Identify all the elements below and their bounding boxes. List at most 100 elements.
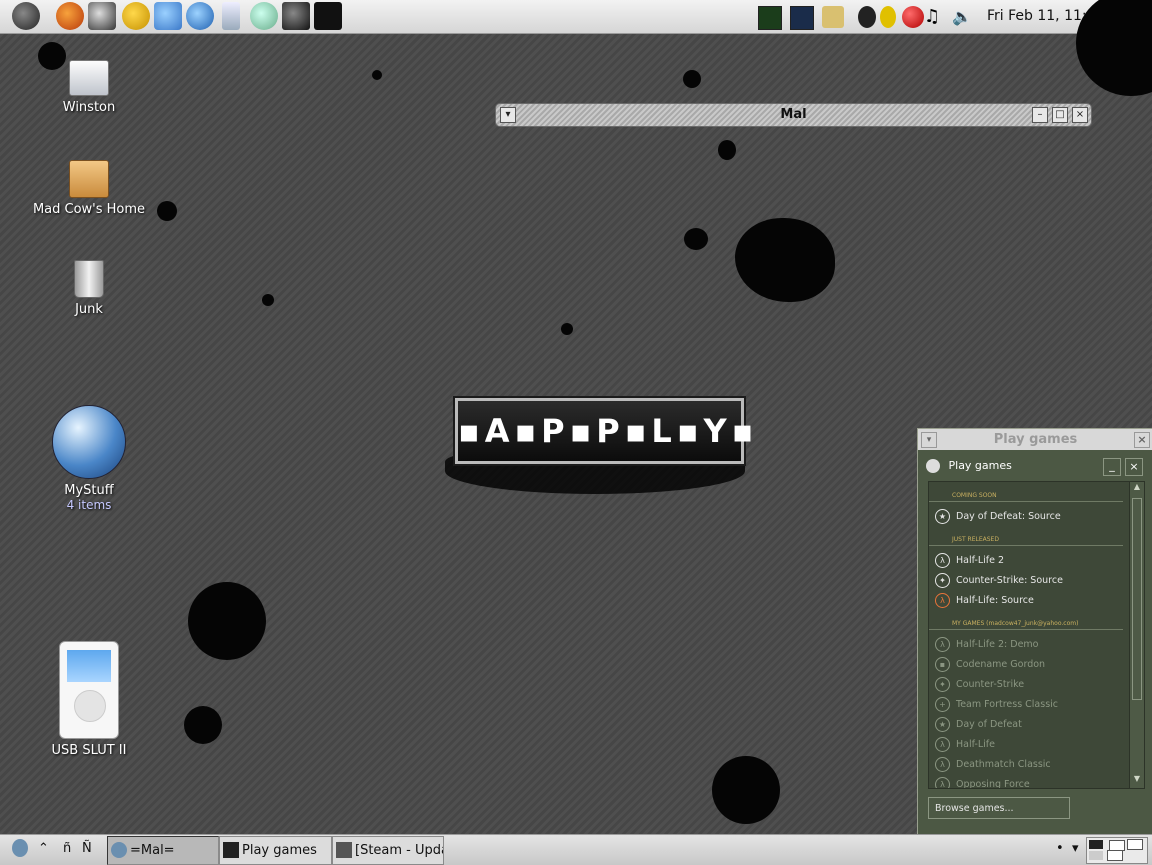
mal-window-titlebar[interactable]: ▾ Mal – □ × (495, 103, 1092, 127)
system-monitor-icon[interactable] (758, 6, 782, 30)
ink-splatter (735, 218, 835, 302)
desktop-icon-winston[interactable]: Winston (19, 60, 159, 115)
workspace-5[interactable] (1107, 850, 1123, 861)
ipod-icon[interactable] (222, 2, 240, 30)
media-icon[interactable] (282, 2, 310, 30)
game-item[interactable]: λ Half-Life 2 (929, 550, 1129, 570)
game-item[interactable]: ✦ Counter-Strike: Source (929, 570, 1129, 590)
minimize-button[interactable]: – (1032, 107, 1048, 123)
scroll-up-button[interactable]: ▲ (1130, 482, 1144, 496)
workspace-4[interactable] (1089, 851, 1103, 860)
chevron-up-icon[interactable]: ⌃ (38, 841, 49, 856)
game-item[interactable]: ✦ Counter-Strike (929, 674, 1129, 694)
lock-icon[interactable] (822, 6, 844, 28)
desktop-icon-junk[interactable]: Junk (19, 260, 159, 317)
scroll-down-button[interactable]: ▼ (1130, 774, 1144, 788)
game-item[interactable]: λ Opposing Force (929, 774, 1129, 788)
itunes-icon[interactable] (250, 2, 278, 30)
section-header: COMING SOON (929, 482, 1123, 502)
volume-icon[interactable]: 🔈 (952, 6, 974, 28)
ink-blob (684, 228, 708, 250)
notification-dot[interactable]: • (1056, 841, 1064, 856)
ink-blob (712, 756, 780, 824)
redhat-menu-icon[interactable] (12, 2, 40, 30)
firefox-icon[interactable] (56, 2, 84, 30)
workspace-1[interactable] (1089, 840, 1103, 849)
desktop-icon-mystuff[interactable]: MyStuff 4 items (19, 405, 159, 513)
steam-play-games-window: ▾ Play games × Play games _ × COMING SOO… (917, 428, 1152, 836)
desktop-icon-sublabel: 4 items (66, 498, 112, 512)
game-item[interactable]: λ Deathmatch Classic (929, 754, 1129, 774)
section-header: JUST RELEASED (929, 526, 1123, 546)
chevron-down-icon[interactable]: ▾ (1072, 841, 1079, 856)
user-switch-icon[interactable] (12, 839, 28, 857)
browse-games-button[interactable]: Browse games... (928, 797, 1070, 819)
workspace-switcher[interactable] (1086, 837, 1148, 864)
game-item[interactable]: ★ Day of Defeat: Source (929, 506, 1129, 526)
game-name: Half-Life 2 (956, 554, 1005, 566)
game-item[interactable]: λ Half-Life 2: Demo (929, 634, 1129, 654)
top-panel: ♫ 🔈 Fri Feb 11, 11:00 PM ? -- (0, 0, 1152, 34)
home-folder-icon (69, 160, 109, 198)
scroll-thumb[interactable] (1132, 498, 1142, 700)
steam-icon (223, 841, 239, 858)
keyboard-char-upper[interactable]: Ñ (82, 841, 92, 856)
steam-icon[interactable] (314, 2, 342, 30)
games-list-scrollbar[interactable]: ▲ ▼ (1129, 481, 1145, 789)
window-titlebar[interactable]: ▾ Play games × (918, 429, 1152, 450)
penguin-icon[interactable] (88, 2, 116, 30)
game-item[interactable]: λ Half-Life: Source (929, 590, 1129, 610)
task-label: [Steam - Upda (355, 843, 444, 858)
taskbar-item-play-games[interactable]: Play games (219, 836, 332, 865)
lambda-icon: λ (935, 592, 950, 608)
bottom-panel: ⌃ ñ Ñ =Mal= Play games [Steam - Upda • ▾ (0, 834, 1152, 865)
ink-blob (157, 201, 177, 221)
games-list: COMING SOON ★ Day of Defeat: Source JUST … (928, 481, 1130, 789)
ink-blob (262, 294, 274, 306)
star-icon: ★ (935, 716, 950, 732)
game-name: Day of Defeat: Source (956, 510, 1061, 522)
desktop-icon-label: Winston (62, 100, 116, 115)
steam-icon (336, 841, 352, 858)
desktop-icon-home[interactable]: Mad Cow's Home (19, 160, 159, 217)
music-app-icon[interactable] (154, 2, 182, 30)
close-button[interactable]: × (1134, 432, 1150, 448)
cross-icon: + (935, 696, 950, 712)
runner-icon: ✦ (935, 572, 950, 588)
desktop-icon-label: MyStuff (64, 483, 114, 498)
window-menu-button[interactable]: ▾ (921, 432, 937, 448)
task-label: =Mal= (130, 843, 175, 858)
steam-minimize-button[interactable]: _ (1103, 458, 1121, 476)
runner-icon[interactable] (122, 2, 150, 30)
globe-icon[interactable] (186, 2, 214, 30)
user-icon[interactable] (880, 6, 896, 28)
record-icon[interactable] (902, 6, 924, 28)
ink-blob (184, 706, 222, 744)
game-name: Deathmatch Classic (956, 758, 1051, 770)
trash-icon (74, 260, 104, 298)
workspace-3[interactable] (1127, 839, 1143, 850)
taskbar-item-mal[interactable]: =Mal= (107, 836, 219, 865)
lambda-icon: λ (935, 736, 950, 752)
computer-icon (69, 60, 109, 96)
terminal-icon[interactable] (790, 6, 814, 30)
steam-header-title: Play games (948, 459, 1012, 472)
steam-close-button[interactable]: × (1125, 458, 1143, 476)
steam-tray-icon[interactable] (858, 6, 876, 28)
taskbar-item-steam-update[interactable]: [Steam - Upda (332, 836, 444, 865)
ipod-device-icon (59, 641, 119, 739)
maximize-button[interactable]: □ (1052, 107, 1068, 123)
desktop-icon-label: Junk (75, 302, 103, 317)
game-item[interactable]: λ Half-Life (929, 734, 1129, 754)
game-item[interactable]: + Team Fortress Classic (929, 694, 1129, 714)
music-note-icon[interactable]: ♫ (924, 6, 940, 28)
desktop-icon-usb[interactable]: USB SLUT II (19, 641, 159, 758)
apply-logo-text: ▪A▪P▪P▪L▪Y▪ (458, 412, 759, 450)
lambda-icon: λ (935, 552, 950, 568)
keyboard-char-lower[interactable]: ñ (63, 841, 71, 856)
close-button[interactable]: × (1072, 107, 1088, 123)
game-item[interactable]: ▪ Codename Gordon (929, 654, 1129, 674)
game-item[interactable]: ★ Day of Defeat (929, 714, 1129, 734)
runner-icon: ✦ (935, 676, 950, 692)
lambda-icon: λ (935, 636, 950, 652)
